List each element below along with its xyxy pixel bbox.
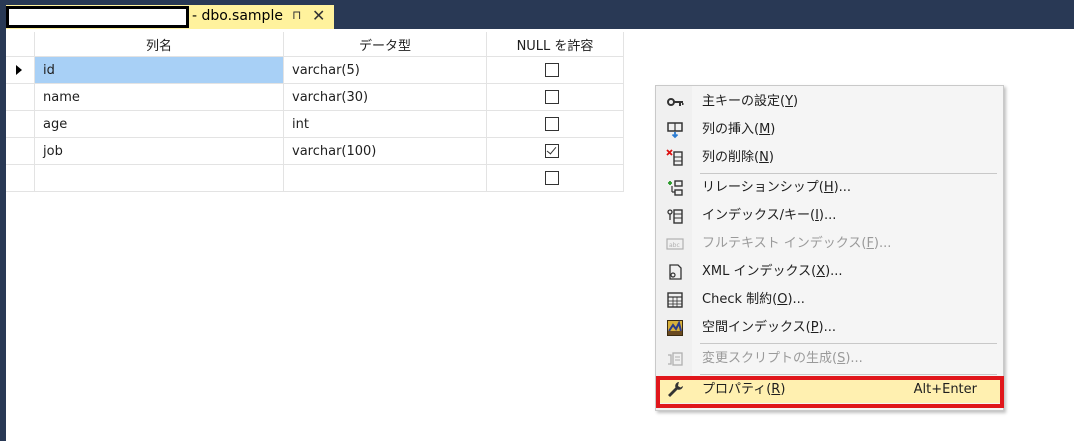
- column-name-cell[interactable]: job: [35, 138, 284, 165]
- menu-item-access-key: P: [810, 320, 819, 335]
- menu-item-label: 空間インデックス(: [702, 320, 811, 335]
- key-icon: [666, 93, 684, 111]
- menu-item-suffix: ): [793, 94, 799, 109]
- fulltext-icon: abc: [666, 235, 684, 253]
- column-header-name[interactable]: 列名: [35, 32, 284, 57]
- column-name-cell[interactable]: name: [35, 84, 284, 111]
- menu-item-label: インデックス/キー(: [702, 208, 816, 223]
- index-icon: [666, 207, 684, 225]
- data-type-cell[interactable]: int: [284, 111, 487, 138]
- menu-separator: [700, 343, 997, 344]
- tab-title: - dbo.sample: [192, 8, 283, 24]
- menu-item-label: 列の削除(: [702, 150, 760, 165]
- check-constraint-icon: [666, 291, 684, 309]
- allow-null-checkbox[interactable]: [545, 171, 559, 185]
- menu-item-label: 変更スクリプトの生成(: [702, 351, 838, 366]
- allow-null-checkbox[interactable]: [545, 144, 559, 158]
- menu-item-label: Check 制約(: [702, 292, 778, 307]
- menu-item-label: リレーションシップ(: [702, 180, 824, 195]
- column-header-type[interactable]: データ型: [284, 32, 487, 57]
- menu-item-access-key: X: [816, 264, 826, 279]
- menu-item-access-key: O: [777, 292, 788, 307]
- row-selector[interactable]: [6, 165, 35, 192]
- data-type-cell[interactable]: varchar(100): [284, 138, 487, 165]
- generate-script-icon: [666, 350, 684, 368]
- row-selector[interactable]: [6, 57, 35, 84]
- allow-null-checkbox[interactable]: [545, 117, 559, 131]
- menu-item-suffix: ): [768, 150, 774, 165]
- menu-item-xml-index[interactable]: XML インデックス(X)...: [656, 259, 1003, 285]
- current-row-arrow-icon: [16, 65, 22, 75]
- menu-item-label: フルテキスト インデックス(: [702, 236, 867, 251]
- menu-item-delete-column[interactable]: 列の削除(N): [656, 145, 1003, 171]
- menu-item-suffix: )...: [873, 236, 892, 251]
- column-header-nullable[interactable]: NULL を許容: [487, 32, 624, 57]
- row-selector[interactable]: [6, 111, 35, 138]
- table-row[interactable]: job varchar(100): [6, 138, 624, 165]
- menu-item-suffix: )...: [833, 180, 852, 195]
- column-name-cell[interactable]: id: [35, 57, 284, 84]
- redacted-server-name: [6, 6, 189, 28]
- insert-column-icon: [666, 121, 684, 139]
- row-header-corner: [6, 32, 35, 57]
- data-type-cell[interactable]: [284, 165, 487, 192]
- table-row[interactable]: id varchar(5): [6, 57, 624, 84]
- menu-item-suffix: )...: [818, 208, 837, 223]
- menu-item-indexes-keys[interactable]: インデックス/キー(I)...: [656, 203, 1003, 229]
- menu-item-insert-column[interactable]: 列の挿入(M): [656, 117, 1003, 143]
- menu-item-suffix: )...: [845, 351, 863, 366]
- allow-null-checkbox[interactable]: [545, 90, 559, 104]
- allow-null-checkbox[interactable]: [545, 63, 559, 77]
- menu-separator: [700, 173, 997, 174]
- delete-column-icon: [666, 149, 684, 167]
- pin-icon[interactable]: ⊓: [292, 8, 301, 22]
- menu-item-suffix: )...: [787, 292, 805, 307]
- column-name-cell[interactable]: [35, 165, 284, 192]
- menu-separator: [700, 374, 997, 375]
- highlight-annotation-box: [656, 376, 1004, 408]
- menu-item-set-primary-key[interactable]: 主キーの設定(Y): [656, 89, 1003, 115]
- table-row[interactable]: age int: [6, 111, 624, 138]
- menu-item-spatial-index[interactable]: 空間インデックス(P)...: [656, 315, 1003, 341]
- close-icon[interactable]: ✕: [312, 6, 325, 25]
- menu-item-fulltext-index[interactable]: abc フルテキスト インデックス(F)...: [656, 231, 1003, 257]
- menu-item-generate-change-script[interactable]: 変更スクリプトの生成(S)...: [656, 346, 1003, 372]
- menu-item-access-key: N: [759, 150, 769, 165]
- row-selector[interactable]: [6, 138, 35, 165]
- menu-item-suffix: )...: [818, 320, 836, 335]
- row-selector[interactable]: [6, 84, 35, 111]
- menu-item-access-key: Y: [785, 94, 794, 109]
- spatial-index-icon: [666, 319, 684, 337]
- relationship-icon: [666, 179, 684, 197]
- menu-item-access-key: H: [823, 180, 834, 195]
- data-type-cell[interactable]: varchar(30): [284, 84, 487, 111]
- context-menu: 主キーの設定(Y) 列の挿入(M) 列の削除(N) リレーションシップ(H)..…: [655, 85, 1004, 411]
- menu-item-label: 主キーの設定(: [702, 94, 786, 109]
- data-type-cell[interactable]: varchar(5): [284, 57, 487, 84]
- column-name-cell[interactable]: age: [35, 111, 284, 138]
- menu-item-label: XML インデックス(: [702, 264, 817, 279]
- menu-item-label: 列の挿入(: [702, 122, 760, 137]
- table-row[interactable]: [6, 165, 624, 192]
- document-tab[interactable]: - dbo.sample ⊓ ✕: [6, 5, 334, 29]
- menu-item-suffix: )...: [825, 264, 843, 279]
- menu-item-suffix: ): [770, 122, 776, 137]
- menu-item-access-key: M: [759, 122, 771, 137]
- menu-item-access-key: F: [866, 236, 874, 251]
- menu-item-check-constraint[interactable]: Check 制約(O)...: [656, 287, 1003, 313]
- xml-icon: [666, 263, 684, 281]
- table-row[interactable]: name varchar(30): [6, 84, 624, 111]
- menu-item-relationships[interactable]: リレーションシップ(H)...: [656, 175, 1003, 201]
- svg-text:abc: abc: [669, 242, 680, 249]
